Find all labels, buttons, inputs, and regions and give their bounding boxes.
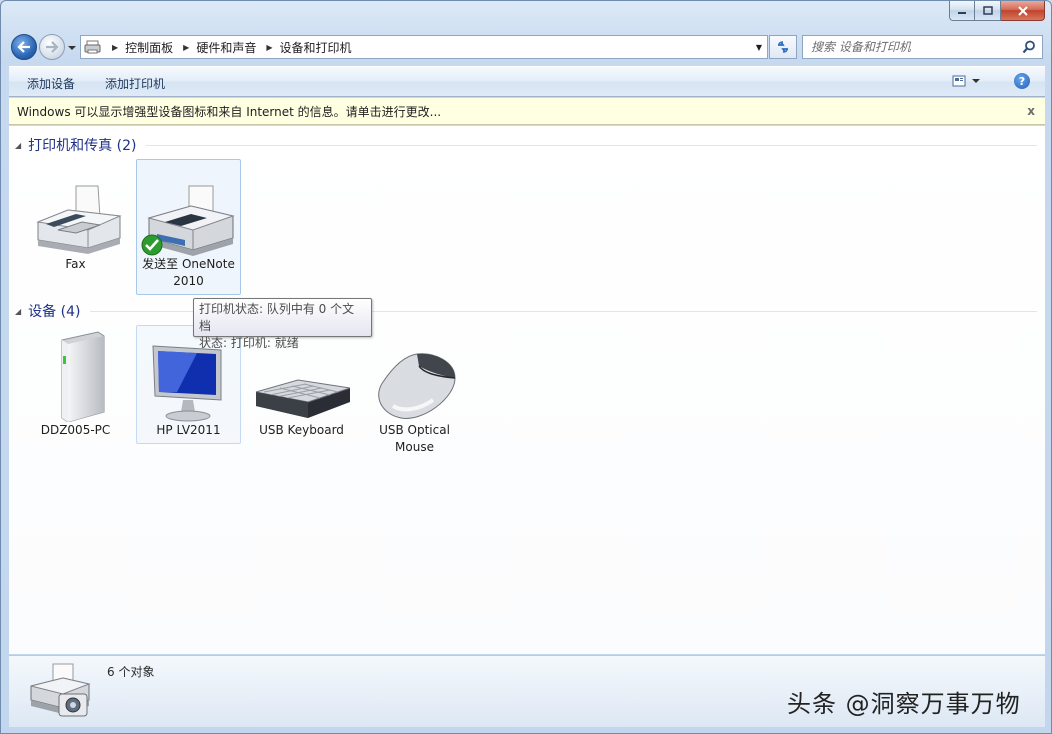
breadcrumb-separator: ▶	[112, 42, 119, 52]
breadcrumb-devices-printers[interactable]: 设备和打印机	[280, 39, 352, 56]
breadcrumb: ▶ 控制面板 ▶ 硬件和声音 ▶ 设备和打印机	[108, 39, 352, 56]
refresh-icon	[778, 41, 788, 53]
view-options-icon	[952, 75, 966, 87]
fax-icon	[24, 160, 127, 256]
minimize-button[interactable]	[949, 1, 975, 21]
help-button[interactable]: ?	[1014, 73, 1030, 89]
arrow-right-icon	[46, 41, 59, 53]
chevron-down-icon: ▼	[755, 42, 763, 52]
add-device-button[interactable]: 添加设备	[27, 75, 75, 92]
breadcrumb-hardware-sound[interactable]: 硬件和声音	[196, 39, 256, 56]
device-tile-computer[interactable]: DDZ005-PC	[23, 325, 128, 440]
close-button[interactable]	[1001, 1, 1045, 21]
group-title: 打印机和传真 (2)	[28, 138, 137, 154]
breadcrumb-separator[interactable]: ▶	[266, 43, 272, 52]
change-view-button[interactable]	[952, 75, 980, 87]
help-icon: ?	[1018, 74, 1026, 88]
back-button[interactable]	[11, 34, 37, 60]
arrow-left-icon	[17, 41, 30, 53]
tooltip-line: 打印机状态: 队列中有 0 个文档	[199, 302, 355, 333]
device-tile-mouse[interactable]: USB Optical Mouse	[362, 325, 467, 457]
devices-printers-window: ▶ 控制面板 ▶ 硬件和声音 ▶ 设备和打印机 ▼ 搜索 设备和打印机 添加设备…	[0, 0, 1052, 734]
device-label: 发送至 OneNote 2010	[142, 257, 235, 288]
collapse-triangle-icon[interactable]: ◢	[15, 307, 21, 316]
caption-buttons	[949, 1, 1045, 21]
group-header-devices[interactable]: ◢ 设备 (4)	[15, 301, 1037, 321]
default-printer-check-icon	[141, 234, 163, 256]
maximize-icon	[982, 5, 993, 15]
device-label: Fax	[65, 257, 86, 271]
maximize-button[interactable]	[975, 1, 1001, 21]
devices-printers-large-icon	[23, 660, 93, 725]
device-label: USB Optical Mouse	[379, 423, 450, 454]
forward-button[interactable]	[39, 34, 65, 60]
collapse-triangle-icon[interactable]: ◢	[15, 141, 21, 150]
devices-printers-small-icon	[84, 40, 101, 54]
breadcrumb-separator[interactable]: ▶	[183, 43, 189, 52]
device-label: USB Keyboard	[259, 423, 344, 437]
object-count: 6 个对象	[107, 665, 155, 679]
add-printer-button[interactable]: 添加打印机	[105, 75, 165, 92]
information-bar-text: Windows 可以显示增强型设备图标和来自 Internet 的信息。请单击进…	[17, 104, 442, 119]
computer-tower-icon	[24, 326, 127, 423]
device-tile-fax[interactable]: Fax	[23, 159, 128, 274]
address-dropdown-button[interactable]: ▼	[751, 36, 767, 58]
group-divider	[146, 144, 1037, 146]
address-bar[interactable]: ▶ 控制面板 ▶ 硬件和声音 ▶ 设备和打印机 ▼	[80, 35, 768, 59]
group-header-printers[interactable]: ◢ 打印机和传真 (2)	[15, 135, 1037, 155]
refresh-button[interactable]	[769, 35, 797, 59]
breadcrumb-control-panel[interactable]: 控制面板	[125, 39, 173, 56]
device-label: DDZ005-PC	[40, 423, 111, 437]
tooltip-line: 状态: 打印机: 就绪	[199, 336, 299, 350]
devices-content-area: ◢ 打印机和传真 (2) Fax 发送至 OneNote 2010 ◢ 设备 (…	[9, 126, 1045, 654]
navigation-bar: ▶ 控制面板 ▶ 硬件和声音 ▶ 设备和打印机 ▼	[1, 31, 1051, 63]
recent-pages-dropdown[interactable]	[67, 41, 77, 55]
information-bar[interactable]: Windows 可以显示增强型设备图标和来自 Internet 的信息。请单击进…	[9, 98, 1045, 125]
group-title: 设备 (4)	[28, 304, 81, 320]
minimize-icon	[958, 11, 966, 14]
printer-status-tooltip: 打印机状态: 队列中有 0 个文档 状态: 打印机: 就绪	[193, 298, 372, 350]
chevron-down-icon	[972, 79, 980, 83]
printer-icon	[137, 160, 240, 256]
device-label: HP LV2011	[156, 423, 221, 437]
search-box[interactable]	[802, 35, 1043, 59]
close-icon[interactable]: x	[1027, 104, 1035, 118]
mouse-icon	[363, 326, 466, 422]
chevron-down-icon	[68, 46, 76, 50]
close-icon	[1017, 5, 1028, 16]
search-input[interactable]	[811, 40, 1011, 54]
watermark-text: 头条 @洞察万事万物	[787, 690, 1021, 718]
search-icon[interactable]	[1022, 40, 1036, 54]
device-tile-onenote-printer[interactable]: 发送至 OneNote 2010	[136, 159, 241, 295]
command-bar: 添加设备 添加打印机 ?	[9, 66, 1045, 97]
